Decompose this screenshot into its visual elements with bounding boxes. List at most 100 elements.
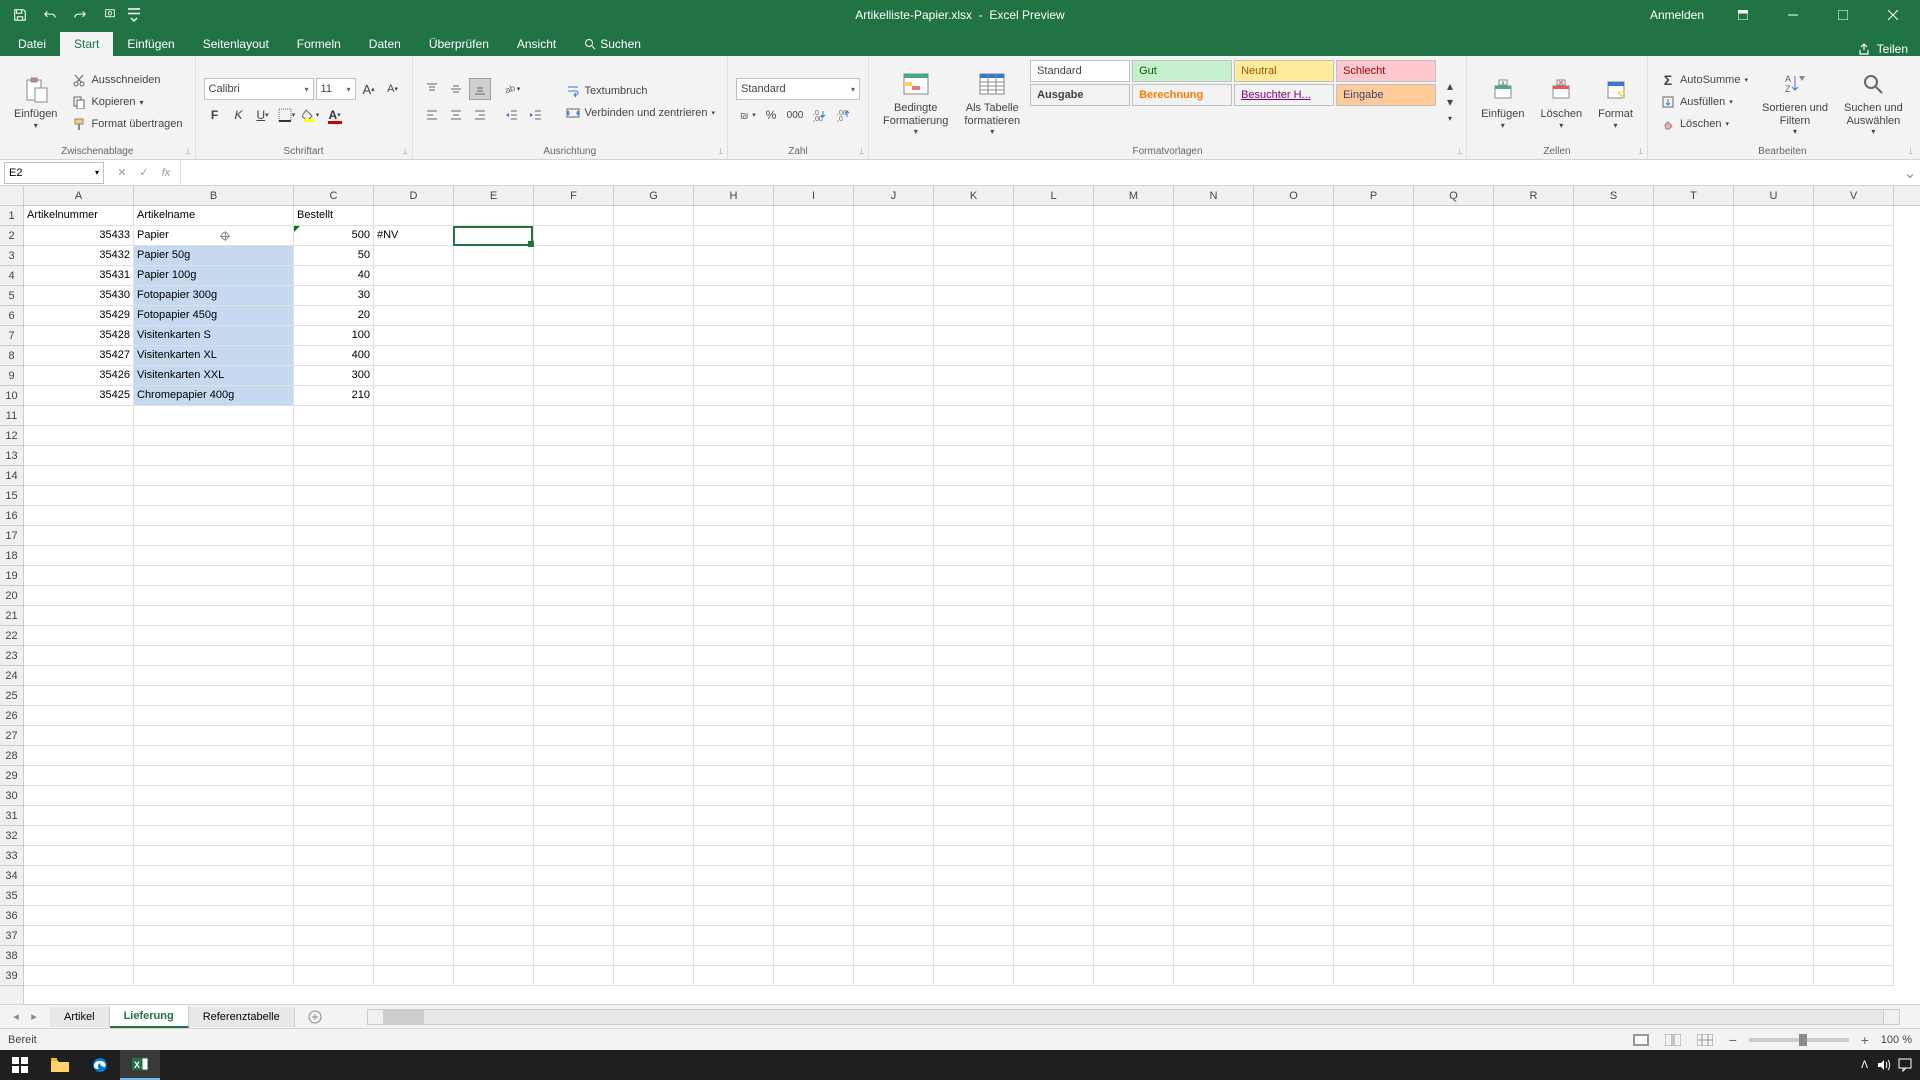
cell[interactable] <box>1494 486 1574 506</box>
styles-scroll-down-icon[interactable]: ▾ <box>1442 95 1458 109</box>
cell[interactable] <box>1734 906 1814 926</box>
accounting-format-icon[interactable]: ₪▾ <box>736 104 758 126</box>
cell[interactable] <box>374 346 454 366</box>
cell[interactable] <box>1654 966 1734 986</box>
cell[interactable] <box>374 546 454 566</box>
cell[interactable] <box>1014 786 1094 806</box>
cell[interactable] <box>1254 546 1334 566</box>
cell[interactable] <box>774 606 854 626</box>
cell[interactable] <box>534 726 614 746</box>
style-neutral[interactable]: Neutral <box>1234 60 1334 82</box>
cell[interactable] <box>1414 746 1494 766</box>
cell[interactable] <box>454 566 534 586</box>
cell[interactable] <box>1014 246 1094 266</box>
cell[interactable] <box>854 746 934 766</box>
cell[interactable]: Papier 50g <box>134 246 294 266</box>
cell[interactable] <box>1814 806 1894 826</box>
cell[interactable] <box>934 766 1014 786</box>
cell[interactable] <box>1094 206 1174 226</box>
cell[interactable] <box>1334 426 1414 446</box>
cell[interactable] <box>1494 506 1574 526</box>
cell[interactable] <box>694 846 774 866</box>
cell[interactable] <box>374 606 454 626</box>
cell[interactable] <box>1734 446 1814 466</box>
cell[interactable] <box>694 966 774 986</box>
row-header[interactable]: 9 <box>0 366 23 386</box>
cell[interactable] <box>1814 326 1894 346</box>
cell[interactable] <box>1334 506 1414 526</box>
cell[interactable] <box>1654 646 1734 666</box>
cell[interactable] <box>1814 446 1894 466</box>
row-header[interactable]: 3 <box>0 246 23 266</box>
delete-cells-button[interactable]: Löschen▾ <box>1535 60 1589 144</box>
cell[interactable] <box>374 906 454 926</box>
cell[interactable] <box>1414 486 1494 506</box>
style-eingabe[interactable]: Eingabe <box>1336 84 1436 106</box>
cell[interactable] <box>1014 346 1094 366</box>
cell[interactable] <box>1734 586 1814 606</box>
cell[interactable] <box>1654 806 1734 826</box>
cell[interactable] <box>454 946 534 966</box>
cell[interactable] <box>854 466 934 486</box>
cell[interactable] <box>1414 226 1494 246</box>
cell[interactable] <box>1574 586 1654 606</box>
cell[interactable] <box>934 606 1014 626</box>
name-box[interactable]: E2▾ <box>4 162 104 184</box>
horizontal-scrollbar[interactable] <box>367 1009 1900 1025</box>
cell[interactable] <box>24 406 134 426</box>
row-header[interactable]: 21 <box>0 606 23 626</box>
cell[interactable] <box>1654 526 1734 546</box>
cell[interactable]: 35430 <box>24 286 134 306</box>
column-header[interactable]: J <box>854 186 934 205</box>
cell[interactable] <box>614 306 694 326</box>
cell[interactable] <box>454 626 534 646</box>
cell[interactable] <box>374 326 454 346</box>
cell[interactable] <box>1574 546 1654 566</box>
cell[interactable] <box>1494 446 1574 466</box>
cell[interactable] <box>1094 926 1174 946</box>
cell[interactable] <box>694 366 774 386</box>
cell[interactable] <box>1174 706 1254 726</box>
cell[interactable] <box>1414 926 1494 946</box>
cell[interactable] <box>1574 926 1654 946</box>
cell[interactable] <box>854 306 934 326</box>
cell[interactable] <box>934 406 1014 426</box>
cell[interactable] <box>1254 286 1334 306</box>
cell[interactable] <box>854 826 934 846</box>
cell[interactable] <box>1014 546 1094 566</box>
cell[interactable] <box>1094 746 1174 766</box>
cell[interactable] <box>1574 486 1654 506</box>
cell[interactable] <box>1814 406 1894 426</box>
cell[interactable] <box>1814 926 1894 946</box>
column-header[interactable]: M <box>1094 186 1174 205</box>
cell[interactable] <box>134 466 294 486</box>
cell[interactable] <box>454 446 534 466</box>
align-middle-icon[interactable] <box>445 78 467 100</box>
cell[interactable] <box>1654 706 1734 726</box>
cell[interactable] <box>774 466 854 486</box>
sheet-nav-prev-icon[interactable]: ◂ <box>8 1009 24 1025</box>
cell[interactable] <box>454 326 534 346</box>
cell[interactable] <box>534 546 614 566</box>
cell[interactable] <box>534 506 614 526</box>
conditional-formatting-button[interactable]: Bedingte Formatierung▾ <box>877 60 954 144</box>
cell[interactable] <box>534 586 614 606</box>
column-header[interactable]: C <box>294 186 374 205</box>
cell[interactable] <box>694 726 774 746</box>
cell[interactable] <box>454 686 534 706</box>
cell[interactable] <box>1734 506 1814 526</box>
row-header[interactable]: 35 <box>0 886 23 906</box>
cell[interactable] <box>1574 746 1654 766</box>
cell[interactable] <box>1254 466 1334 486</box>
cell[interactable] <box>294 586 374 606</box>
decrease-font-icon[interactable]: A▾ <box>382 78 404 100</box>
cell[interactable] <box>1174 306 1254 326</box>
cell[interactable] <box>1014 406 1094 426</box>
cell[interactable] <box>374 966 454 986</box>
cell[interactable] <box>774 566 854 586</box>
cell[interactable] <box>1734 206 1814 226</box>
cell[interactable] <box>454 286 534 306</box>
cell[interactable] <box>1334 406 1414 426</box>
cell[interactable] <box>534 846 614 866</box>
cell[interactable] <box>1414 706 1494 726</box>
